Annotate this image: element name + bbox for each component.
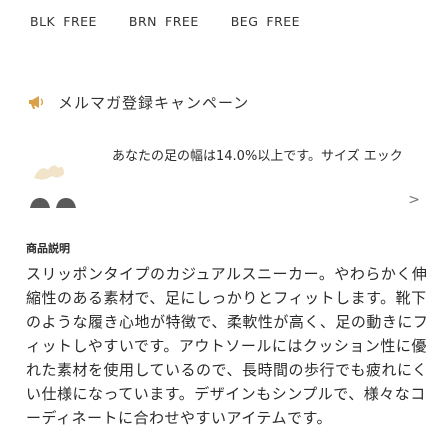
price-label: FREE <box>266 13 301 29</box>
product-description: スリッポンタイプのカジュアルスニーカー。やわらかく伸縮性のある素材で、足にしっか… <box>26 265 429 427</box>
color-code: BEG <box>230 13 259 29</box>
notice-header[interactable]: メルマガ登録キャンペーン <box>28 90 249 114</box>
color-code: BLK <box>30 13 56 29</box>
notice-title: メルマガ登録キャンペーン <box>58 93 250 112</box>
megaphone-icon <box>29 96 44 109</box>
price-label: FREE <box>165 13 199 29</box>
color-tag-black[interactable]: BLK FREE <box>30 14 97 29</box>
color-tag-brown[interactable]: BRN FREE <box>129 14 199 29</box>
section-title: 商品説明 <box>26 242 70 255</box>
price-label: FREE <box>63 13 97 29</box>
color-code: BRN <box>128 13 158 29</box>
color-tag-beige[interactable]: BEG FREE <box>231 14 300 29</box>
shoes-avatar-icon <box>30 165 76 208</box>
size-fit-text: あなたの足の幅は14.0%以上です。サイズ エック <box>112 149 403 164</box>
color-tags: BLK FREE BRN FREE BEG FREE <box>0 10 442 32</box>
chevron-right-icon: > <box>408 192 420 208</box>
size-fit-card[interactable]: あなたの足の幅は14.0%以上です。サイズ エック > <box>26 148 426 218</box>
